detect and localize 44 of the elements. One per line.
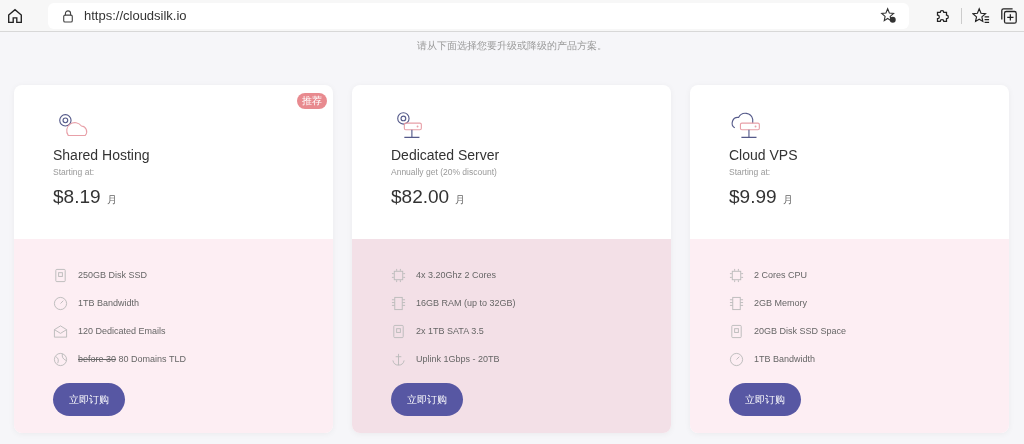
gauge-icon xyxy=(53,295,68,311)
instruction-text: 请从下面选择您要升级或降级的产品方案。 xyxy=(416,39,608,53)
envelope-icon xyxy=(53,323,68,339)
price-note: Annually get (20% discount) xyxy=(391,167,498,177)
chip-icon xyxy=(729,267,744,283)
price-period: 月 xyxy=(455,193,466,207)
home-icon[interactable] xyxy=(6,6,24,25)
globe-icon xyxy=(53,351,68,367)
feature-text: 250GB Disk SSD xyxy=(78,270,148,280)
order-button[interactable]: 立即订购 xyxy=(53,383,125,416)
address-field[interactable]: https://cloudsilk.io xyxy=(48,2,909,29)
collections-icon[interactable] xyxy=(1000,6,1018,25)
feature-text: 4x 3.20Ghz 2 Cores xyxy=(416,270,497,280)
lock-icon[interactable] xyxy=(62,8,74,23)
favorites-icon[interactable] xyxy=(972,6,990,25)
feature-text: 20GB Disk SSD Space xyxy=(754,326,847,336)
feature-text: 16GB RAM (up to 32GB) xyxy=(416,298,516,308)
feature-text: 2x 1TB SATA 3.5 xyxy=(416,326,484,336)
price-period: 月 xyxy=(106,193,117,207)
feature-text: 120 Dedicated Emails xyxy=(78,326,166,336)
recommended-badge: 推荐 xyxy=(297,93,327,109)
price-note: Starting at: xyxy=(53,167,96,177)
feature-text: 2GB Memory xyxy=(754,298,807,308)
order-button[interactable]: 立即订购 xyxy=(391,383,463,416)
feature-text: 1TB Bandwidth xyxy=(754,354,816,364)
feature-text: 2 Cores CPU xyxy=(754,270,807,280)
feature-text: before 30 80 Domains TLD xyxy=(78,354,186,364)
price-note: Starting at: xyxy=(729,167,772,177)
feature-text: 1TB Bandwidth xyxy=(78,298,140,308)
memory-icon xyxy=(391,295,406,311)
chip-icon xyxy=(391,267,406,283)
plan-price: $8.19 xyxy=(53,186,101,208)
plan-name: Shared Hosting xyxy=(53,147,151,163)
plan-name: Cloud VPS xyxy=(729,147,799,163)
gauge-icon xyxy=(729,351,744,367)
feature-text: Uplink 1Gbps - 20TB xyxy=(416,354,500,364)
order-button[interactable]: 立即订购 xyxy=(729,383,801,416)
price-period: 月 xyxy=(782,193,793,207)
anchor-icon xyxy=(391,351,406,367)
plan-price: $82.00 xyxy=(391,186,450,208)
memory-icon xyxy=(729,295,744,311)
add-favorite-icon[interactable] xyxy=(880,7,897,24)
plan-price: $9.99 xyxy=(729,186,777,208)
plan-name: Dedicated Server xyxy=(391,147,501,163)
